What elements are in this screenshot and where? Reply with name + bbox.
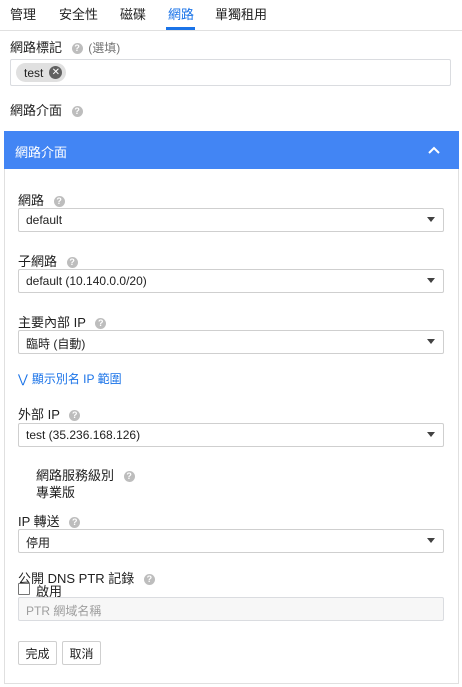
subnet-select-value: default (10.140.0.0/20): [26, 274, 147, 288]
primary-internal-ip-label-row: 主要內部 IP ?: [18, 312, 107, 331]
network-service-tier-label: 網路服務級別: [36, 468, 115, 483]
network-select[interactable]: default: [18, 208, 444, 232]
tab-security[interactable]: 安全性: [59, 4, 98, 23]
tag-chip-label: test: [24, 65, 44, 80]
network-service-tier-value: 專業版: [36, 485, 76, 500]
ip-forwarding-value: 停用: [26, 536, 51, 550]
network-interfaces-heading: 網路介面: [10, 103, 63, 118]
tab-networking[interactable]: 網路: [168, 4, 194, 23]
tab-management[interactable]: 管理: [10, 4, 36, 23]
primary-internal-ip-select[interactable]: 臨時 (自動): [18, 330, 444, 354]
ip-forwarding-select[interactable]: 停用: [18, 529, 444, 553]
dropdown-arrow-icon: [427, 432, 435, 437]
expand-chevron-icon: ⋁: [18, 372, 28, 386]
network-label-row: 網路 ?: [18, 190, 65, 209]
chevron-up-icon[interactable]: [427, 143, 441, 157]
network-label: 網路: [18, 193, 45, 208]
help-icon[interactable]: ?: [95, 318, 107, 330]
network-interfaces-heading-row: 網路介面 ?: [10, 100, 83, 119]
ip-forwarding-label-row: IP 轉送 ?: [18, 511, 81, 530]
primary-internal-ip-label: 主要內部 IP: [18, 315, 86, 330]
help-icon[interactable]: ?: [69, 517, 81, 529]
ptr-domain-name-input: PTR 網域名稱: [18, 597, 444, 621]
network-select-value: default: [26, 213, 63, 227]
tab-disks[interactable]: 磁碟: [120, 4, 146, 23]
network-tags-label-row: 網路標記 ? (選填): [10, 37, 120, 56]
help-icon[interactable]: ?: [71, 106, 83, 118]
help-icon[interactable]: ?: [69, 410, 81, 422]
external-ip-label: 外部 IP: [18, 407, 60, 422]
tag-chip: test ✕: [16, 63, 67, 82]
help-icon[interactable]: ?: [66, 257, 78, 269]
help-icon[interactable]: ?: [143, 574, 155, 586]
network-interface-panel-header[interactable]: 網路介面: [4, 131, 459, 169]
cancel-button[interactable]: 取消: [62, 641, 101, 665]
optional-hint: (選填): [88, 41, 121, 55]
dropdown-arrow-icon: [427, 217, 435, 222]
show-alias-ip-ranges-label: 顯示別名 IP 範圍: [31, 372, 122, 386]
network-tags-input[interactable]: test ✕: [10, 59, 451, 86]
ip-forwarding-label: IP 轉送: [18, 514, 60, 529]
subnet-label-row: 子網路 ?: [18, 251, 78, 270]
help-icon[interactable]: ?: [123, 471, 135, 483]
dropdown-arrow-icon: [427, 538, 435, 543]
external-ip-label-row: 外部 IP ?: [18, 404, 81, 423]
ptr-domain-name-placeholder: PTR 網域名稱: [26, 604, 102, 618]
tab-sole-tenancy[interactable]: 單獨租用: [215, 4, 267, 23]
panel-title: 網路介面: [15, 145, 68, 160]
active-tab-indicator: [166, 27, 195, 30]
done-button[interactable]: 完成: [18, 641, 57, 665]
dropdown-arrow-icon: [427, 278, 435, 283]
external-ip-select[interactable]: test (35.236.168.126): [18, 423, 444, 447]
show-alias-ip-ranges-link[interactable]: ⋁ 顯示別名 IP 範圍: [18, 370, 122, 387]
dropdown-arrow-icon: [427, 339, 435, 344]
enable-ptr-checkbox[interactable]: [18, 583, 30, 595]
tab-bar: 管理 安全性 磁碟 網路 單獨租用: [0, 0, 462, 31]
primary-internal-ip-value: 臨時 (自動): [26, 337, 86, 351]
remove-tag-icon[interactable]: ✕: [49, 66, 63, 79]
network-tags-label: 網路標記: [10, 40, 63, 55]
help-icon[interactable]: ?: [71, 43, 83, 55]
external-ip-value: test (35.236.168.126): [26, 428, 141, 442]
help-icon[interactable]: ?: [53, 196, 65, 208]
subnet-label: 子網路: [18, 254, 58, 269]
subnet-select[interactable]: default (10.140.0.0/20): [18, 269, 444, 293]
